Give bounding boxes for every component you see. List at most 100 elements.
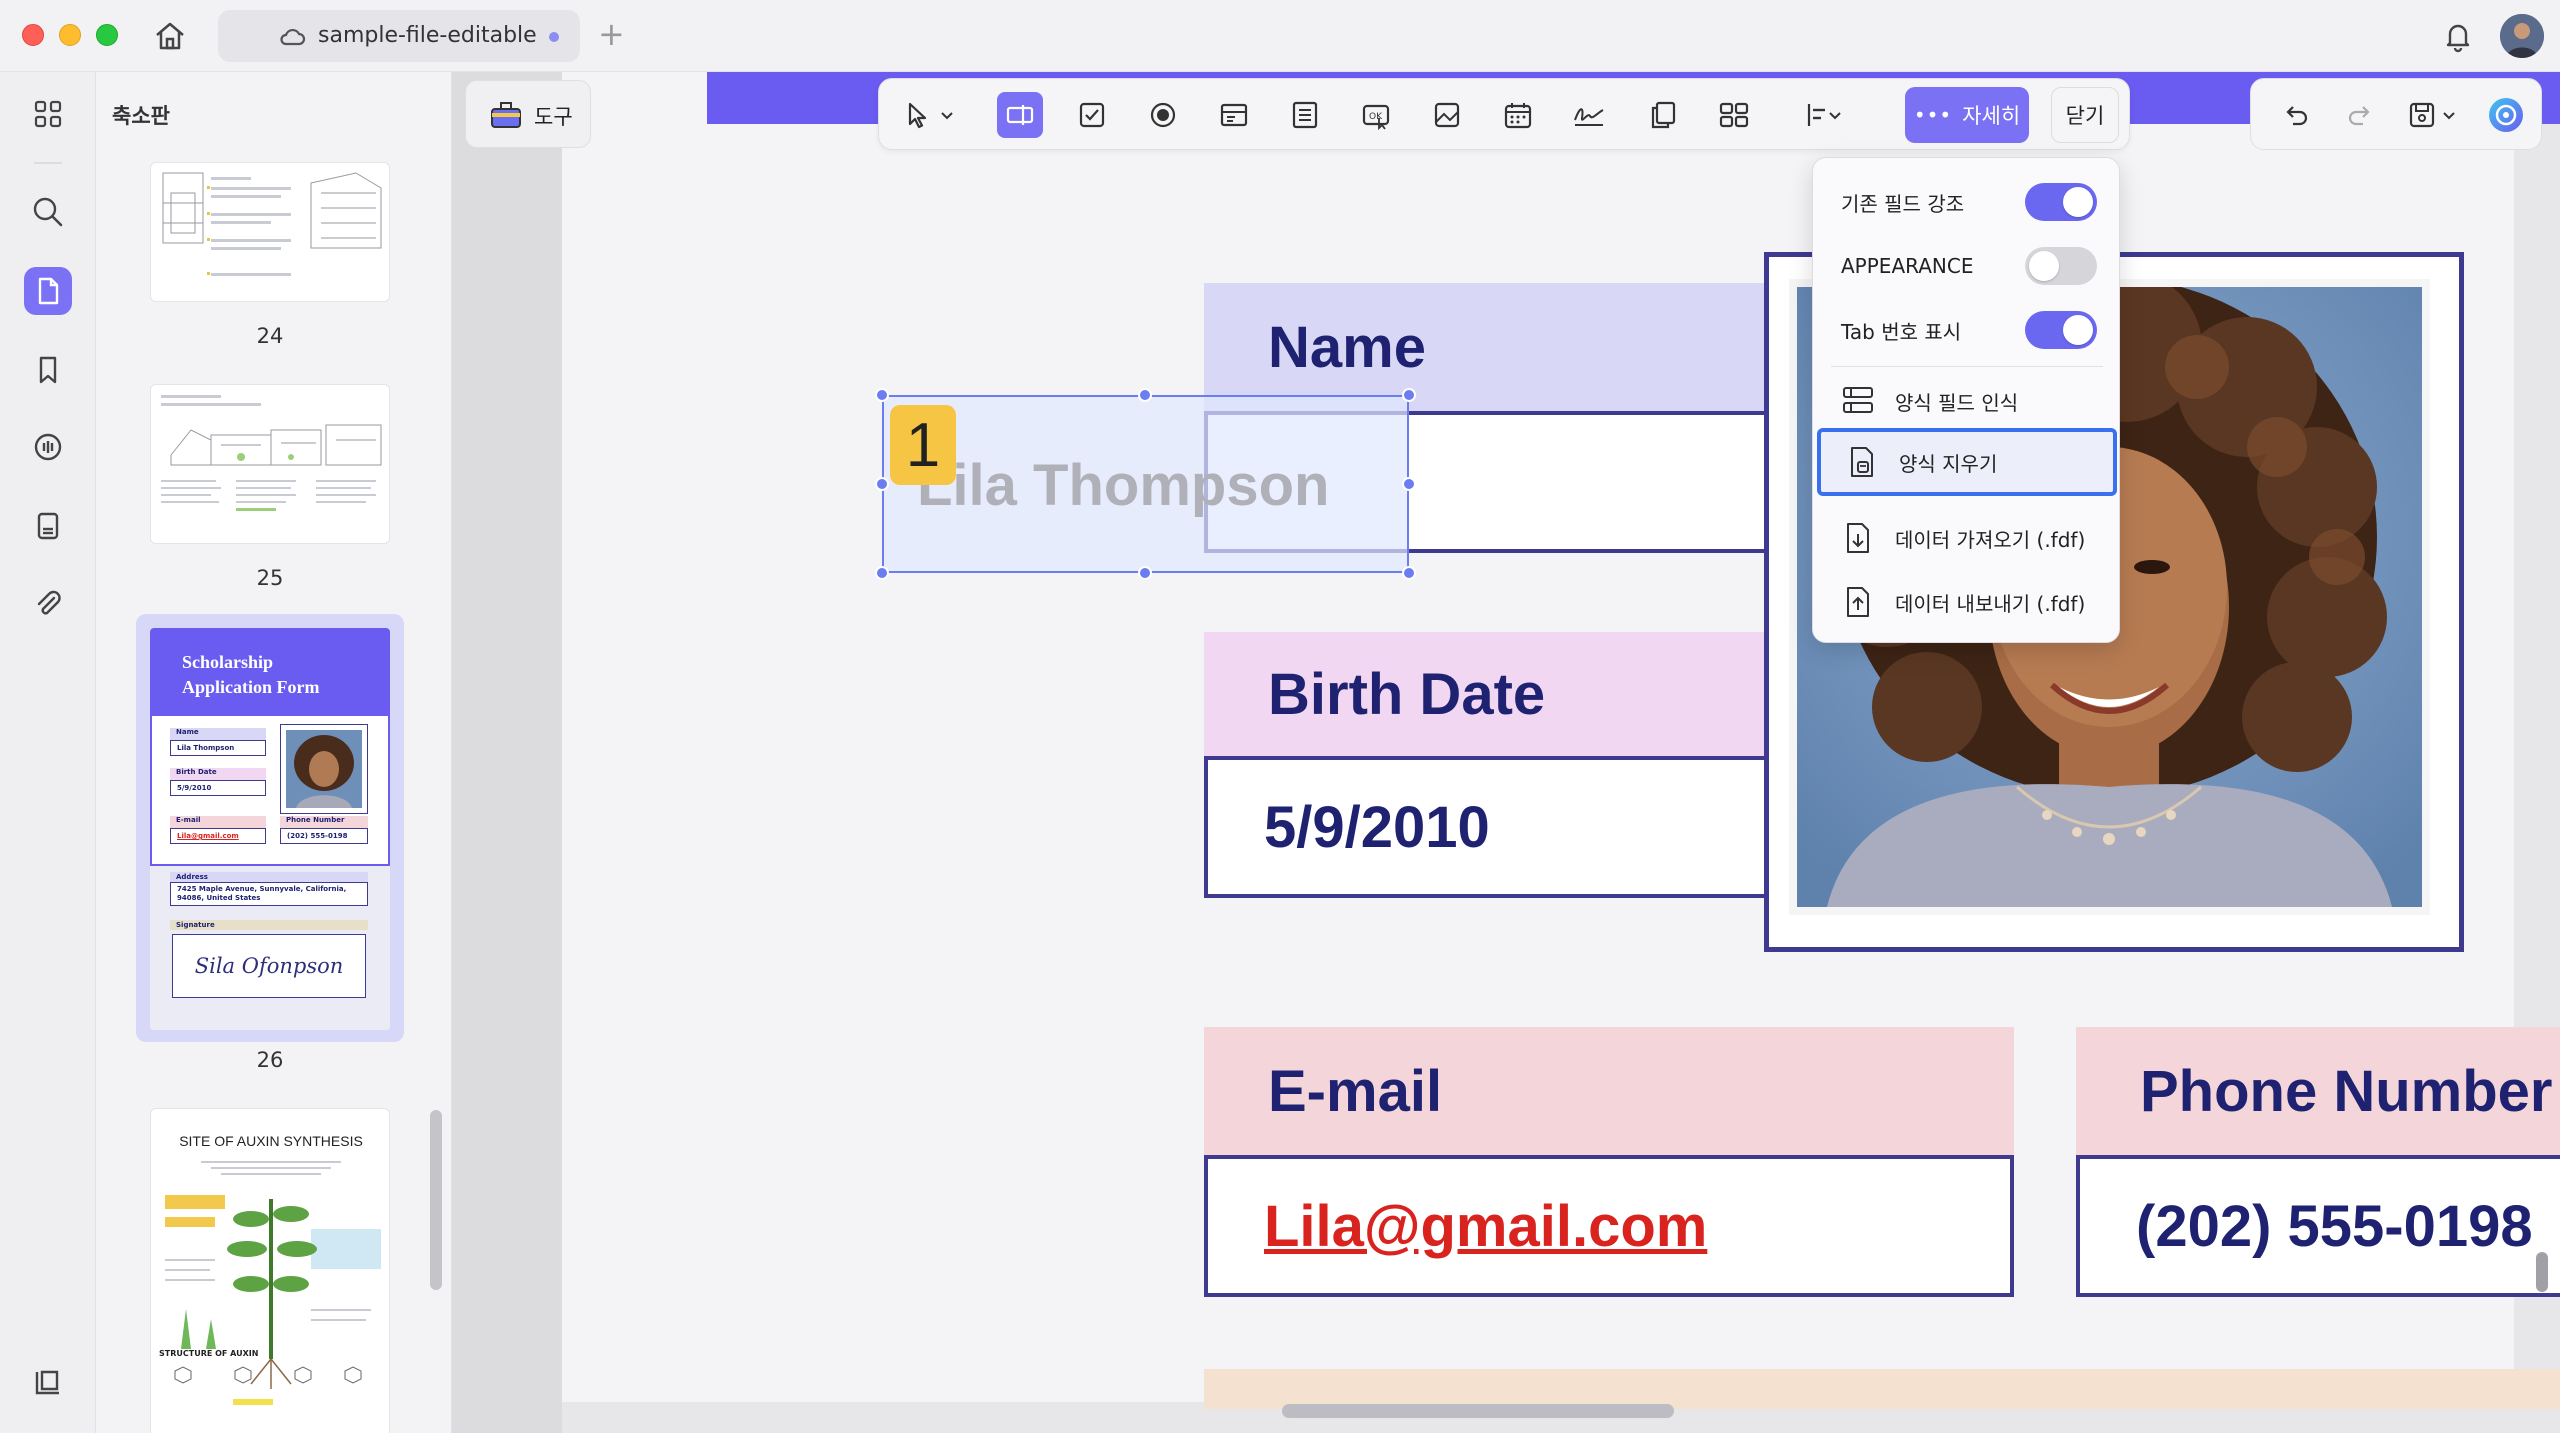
horizontal-scrollbar[interactable] [1282, 1404, 1674, 1418]
thumb-signature-value: Sila Ofonpson [172, 934, 366, 998]
thumbnail-panel: 축소판 24 25 Scholarship Application Form N… [96, 72, 452, 1433]
thumb-phone-label: Phone Number [280, 816, 368, 828]
chevron-down-icon[interactable] [935, 92, 959, 138]
menu-item-label: 데이터 가져오기 (.fdf) [1895, 527, 2086, 552]
page-thumbnail-27[interactable]: SITE OF AUXIN SYNTHESIS STRUCTURE OF AUX… [150, 1108, 390, 1433]
attachment-icon[interactable] [24, 580, 72, 628]
combo-box-tool-icon[interactable] [1211, 92, 1257, 138]
page-thumbnail-25[interactable] [150, 384, 390, 544]
stamp-icon[interactable] [24, 502, 72, 550]
import-icon [1841, 521, 1875, 555]
show-tab-number-toggle[interactable] [2025, 311, 2097, 349]
menu-item-clear-form[interactable]: 양식 지우기 [1817, 428, 2117, 496]
tools-label: 도구 [534, 105, 573, 129]
menu-item-show-tab-number[interactable]: Tab 번호 표시 [1813, 302, 2121, 358]
menu-item-label: Tab 번호 표시 [1841, 319, 1962, 344]
comment-icon[interactable] [24, 424, 72, 472]
new-tab-button[interactable]: + [598, 14, 625, 54]
radio-button-tool-icon[interactable] [1140, 92, 1186, 138]
grid-layout-icon[interactable] [1711, 92, 1757, 138]
layers-icon[interactable] [24, 1358, 72, 1406]
grid-icon[interactable] [24, 90, 72, 138]
minimize-window-button[interactable] [59, 24, 81, 46]
page-thumbnail-26[interactable]: Scholarship Application Form Name Lila T… [150, 628, 390, 1030]
thumb-phone-value: (202) 555-0198 [280, 828, 368, 844]
avatar[interactable] [2500, 14, 2544, 58]
redo-icon[interactable] [2337, 92, 2383, 138]
menu-item-export-data[interactable]: 데이터 내보내기 (.fdf) [1813, 574, 2121, 630]
resize-handle-b[interactable] [1138, 566, 1152, 580]
document-tab[interactable]: sample-file-editable [218, 10, 580, 62]
phone-field[interactable]: (202) 555-0198 [2076, 1155, 2560, 1297]
button-tool-icon[interactable]: OK [1353, 92, 1399, 138]
more-button[interactable]: ••• 자세히 [1905, 87, 2029, 143]
toolbox-icon [488, 97, 524, 133]
resize-handle-l[interactable] [875, 477, 889, 491]
signature-tool-icon[interactable] [1566, 92, 1612, 138]
page-gutter [452, 72, 562, 1433]
document-view: Name Birth Date 5/9/2010 E-mail Lila@gma… [452, 72, 2560, 1433]
resize-handle-t[interactable] [1138, 388, 1152, 402]
title-bar: sample-file-editable + [0, 0, 2560, 72]
close-window-button[interactable] [22, 24, 44, 46]
resize-handle-tr[interactable] [1402, 388, 1416, 402]
undo-icon[interactable] [2273, 92, 2319, 138]
thumbnail-scrollbar[interactable] [430, 1110, 442, 1290]
resize-handle-bl[interactable] [875, 566, 889, 580]
page-number-26: 26 [256, 1048, 284, 1072]
menu-item-label: 데이터 내보내기 (.fdf) [1895, 591, 2086, 616]
text-field-tool-icon[interactable] [997, 92, 1043, 138]
clear-form-icon [1845, 445, 1879, 479]
close-form-mode-button[interactable]: 닫기 [2051, 87, 2119, 143]
rail-divider [34, 162, 62, 164]
menu-item-label: 기존 필드 강조 [1841, 191, 1965, 216]
ai-assistant-icon[interactable] [2483, 92, 2529, 138]
menu-item-highlight-fields[interactable]: 기존 필드 강조 [1813, 174, 2121, 230]
highlight-fields-toggle[interactable] [2025, 183, 2097, 221]
form-recognize-icon [1841, 384, 1875, 418]
more-label: 자세히 [1962, 104, 2021, 128]
bookmark-icon[interactable] [24, 346, 72, 394]
checkbox-tool-icon[interactable] [1069, 92, 1115, 138]
tab-title: sample-file-editable [318, 23, 537, 48]
chevron-down-icon[interactable] [1823, 92, 1847, 138]
appearance-toggle[interactable] [2025, 247, 2097, 285]
list-box-tool-icon[interactable] [1282, 92, 1328, 138]
menu-item-appearance[interactable]: APPEARANCE [1813, 238, 2121, 294]
thumb-email-label: E-mail [170, 816, 266, 828]
bell-icon[interactable] [2440, 18, 2476, 54]
thumb-name-value: Lila Thompson [170, 740, 266, 756]
vertical-scrollbar[interactable] [2536, 1252, 2548, 1292]
date-field-tool-icon[interactable] [1495, 92, 1541, 138]
zoom-window-button[interactable] [96, 24, 118, 46]
page-thumbnail-24[interactable] [150, 162, 390, 302]
chevron-down-icon[interactable] [2437, 92, 2461, 138]
image-field-tool-icon[interactable] [1424, 92, 1470, 138]
menu-item-import-data[interactable]: 데이터 가져오기 (.fdf) [1813, 510, 2121, 566]
tools-button[interactable]: 도구 [465, 80, 591, 148]
duplicate-icon[interactable] [1640, 92, 1686, 138]
menu-item-recognize-fields[interactable]: 양식 필드 인식 [1813, 373, 2121, 429]
thumb-auxin-subtitle: STRUCTURE OF AUXIN [159, 1349, 259, 1358]
thumbnail-panel-title: 축소판 [112, 104, 170, 128]
resize-handle-r[interactable] [1402, 477, 1416, 491]
address-label [1204, 1369, 2560, 1409]
thumb-email-value: Lila@gmail.com [170, 828, 266, 844]
search-icon[interactable] [24, 188, 72, 236]
more-dots-icon: ••• [1913, 103, 1953, 127]
page-number-24: 24 [256, 324, 284, 348]
page-number-25: 25 [256, 566, 284, 590]
resize-handle-tl[interactable] [875, 388, 889, 402]
svg-text:OK: OK [1369, 112, 1383, 122]
home-icon[interactable] [152, 18, 188, 54]
thumb-address-value: 7425 Maple Avenue, Sunnyvale, California… [170, 882, 368, 906]
email-field[interactable]: Lila@gmail.com [1204, 1155, 2014, 1297]
menu-item-label: 양식 필드 인식 [1895, 390, 2019, 415]
menu-item-label: 양식 지우기 [1899, 451, 1998, 476]
resize-handle-br[interactable] [1402, 566, 1416, 580]
form-toolbar: OK ••• 자세히 닫기 [878, 78, 2130, 150]
right-toolbar [2250, 78, 2542, 150]
more-options-menu: 기존 필드 강조 APPEARANCE Tab 번호 표시 양식 필드 인식 양… [1812, 157, 2120, 643]
pdf-page: Name Birth Date 5/9/2010 E-mail Lila@gma… [562, 72, 2560, 1409]
pages-icon[interactable] [24, 267, 72, 315]
